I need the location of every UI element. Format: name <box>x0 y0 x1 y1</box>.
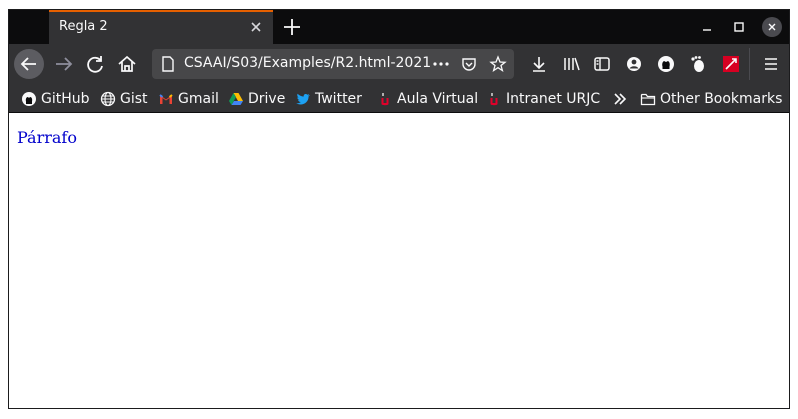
github-icon <box>21 91 37 107</box>
folder-icon <box>640 91 656 107</box>
sidebar-icon[interactable] <box>592 54 612 74</box>
twitter-icon <box>295 91 311 107</box>
tab-active[interactable]: Regla 2 <box>49 10 273 44</box>
bookmarks-overflow-button[interactable] <box>612 90 632 108</box>
red-extension-icon[interactable] <box>721 54 741 74</box>
back-arrow-icon[interactable] <box>14 49 44 79</box>
github-icon[interactable] <box>656 54 676 74</box>
plus-icon[interactable] <box>279 14 305 40</box>
bookmark-github[interactable]: GitHub <box>21 90 90 108</box>
hamburger-menu-icon[interactable] <box>761 54 781 74</box>
account-icon[interactable] <box>624 54 644 74</box>
home-icon[interactable] <box>113 50 141 78</box>
download-icon[interactable] <box>529 54 549 74</box>
bookmark-label: GitHub <box>41 91 90 107</box>
tab-title: Regla 2 <box>59 19 108 34</box>
toolbar-separator <box>749 48 750 80</box>
close-icon[interactable] <box>247 18 265 36</box>
close-icon[interactable] <box>762 17 782 37</box>
urjc-icon <box>486 91 502 107</box>
globe-icon <box>100 91 116 107</box>
page-content: Párrafo <box>9 113 789 408</box>
bookmark-aula-virtual[interactable]: Aula Virtual <box>377 90 478 108</box>
gmail-icon <box>158 91 174 107</box>
bookmarks-toolbar: GitHub Gist Gmail Drive Twitter Aula Vir… <box>9 84 789 113</box>
bookmark-label: Gmail <box>178 91 219 107</box>
bookmark-twitter[interactable]: Twitter <box>295 90 362 108</box>
gnome-foot-icon[interactable] <box>688 54 708 74</box>
reload-icon[interactable] <box>81 50 109 78</box>
nav-toolbar: 2021-CSAAI/S03/Examples/R2.html <box>9 44 789 84</box>
bookmark-label: Twitter <box>315 91 362 107</box>
bookmark-drive[interactable]: Drive <box>228 90 285 108</box>
page-icon[interactable] <box>159 55 177 73</box>
url-text[interactable]: 2021-CSAAI/S03/Examples/R2.html <box>184 55 432 71</box>
bookmark-label: Intranet URJC <box>506 91 601 107</box>
maximize-icon[interactable] <box>729 17 749 37</box>
paragraph: Párrafo <box>17 128 77 147</box>
bookmark-other-bookmarks[interactable]: Other Bookmarks <box>640 90 782 108</box>
chevron-double-right-icon <box>612 91 628 107</box>
bookmark-gist[interactable]: Gist <box>100 90 148 108</box>
drive-icon <box>228 91 244 107</box>
bookmark-label: Drive <box>248 91 286 107</box>
tab-strip: Regla 2 <box>9 10 789 44</box>
star-icon[interactable] <box>489 55 507 73</box>
pocket-icon[interactable] <box>460 55 478 73</box>
bookmark-label: Gist <box>120 91 148 107</box>
forward-arrow-icon[interactable] <box>50 50 78 78</box>
urjc-icon <box>377 91 393 107</box>
bookmark-intranet-urjc[interactable]: Intranet URJC <box>486 90 600 108</box>
bookmark-label: Other Bookmarks <box>660 91 783 107</box>
url-bar[interactable]: 2021-CSAAI/S03/Examples/R2.html <box>152 49 514 79</box>
browser-window: Regla 2 2021-CSAAI/S03/Examples/R2.html … <box>8 9 790 409</box>
bookmark-label: Aula Virtual <box>397 91 479 107</box>
bookmark-gmail[interactable]: Gmail <box>158 90 219 108</box>
minimize-icon[interactable] <box>697 17 717 37</box>
more-dots-icon[interactable] <box>432 55 450 73</box>
library-icon[interactable] <box>561 54 581 74</box>
